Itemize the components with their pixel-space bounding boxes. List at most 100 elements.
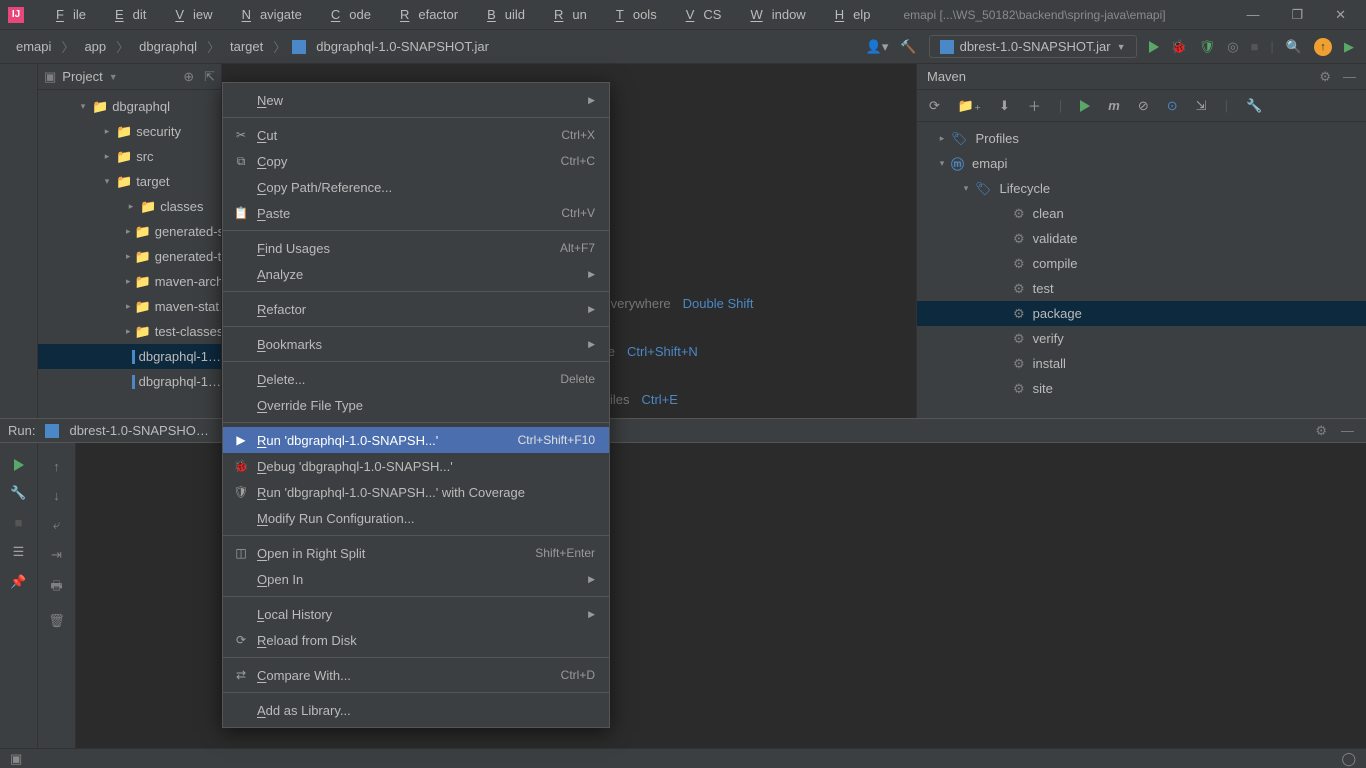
profile-icon[interactable]: ◎ [1227, 39, 1238, 55]
maven-item[interactable]: ▾🏷Lifecycle [917, 176, 1366, 201]
maven-item[interactable]: ▸🏷Profiles [917, 126, 1366, 151]
ctx-new[interactable]: New▶ [223, 87, 609, 113]
ctx-local-history[interactable]: Local History▶ [223, 601, 609, 627]
ctx-analyze[interactable]: Analyze▶ [223, 261, 609, 287]
ctx-open-in[interactable]: Open In▶ [223, 566, 609, 592]
pin-icon[interactable]: 📌 [10, 574, 26, 590]
project-item[interactable]: dbgraphql-1… [38, 369, 221, 394]
wrench-icon[interactable]: 🔧 [10, 485, 26, 501]
breadcrumb-item[interactable]: dbgraphql [135, 37, 201, 56]
menu-view[interactable]: View [157, 3, 221, 26]
toolwindow-icon[interactable]: ▣ [10, 751, 22, 767]
project-item[interactable]: ▸📁classes [38, 194, 221, 219]
generate-icon[interactable]: 📁₊ [958, 98, 981, 114]
up-icon[interactable]: ↑ [53, 459, 60, 474]
ctx-modify-run-configuration[interactable]: Modify Run Configuration... [223, 505, 609, 531]
user-icon[interactable]: 👤▾ [866, 39, 889, 55]
settings-icon[interactable]: ⚙ [1315, 423, 1327, 439]
wrench-icon[interactable]: 🔧 [1246, 98, 1262, 114]
project-item[interactable]: ▸📁generated-s… [38, 219, 221, 244]
breadcrumb-item[interactable]: target [226, 37, 267, 56]
project-item[interactable]: ▸📁generated-t… [38, 244, 221, 269]
add-icon[interactable]: ＋ [1028, 96, 1041, 115]
breadcrumb-item[interactable]: emapi [12, 37, 55, 56]
m-icon[interactable]: m [1108, 98, 1120, 113]
search-icon[interactable]: 🔍 [1286, 39, 1302, 55]
ctx-copy[interactable]: ⧉CopyCtrl+C [223, 148, 609, 174]
hide-icon[interactable]: — [1341, 423, 1354, 439]
menu-vcs[interactable]: VCS [668, 3, 731, 26]
layout-icon[interactable]: ☰ [13, 544, 25, 560]
close-icon[interactable]: ✕ [1335, 7, 1346, 23]
ctx-find-usages[interactable]: Find UsagesAlt+F7 [223, 235, 609, 261]
maven-item[interactable]: install [917, 351, 1366, 376]
run-config-selector[interactable]: dbrest-1.0-SNAPSHOT.jar ▼ [929, 35, 1137, 58]
project-item[interactable]: ▸📁maven-stat… [38, 294, 221, 319]
ctx-run-dbgraphql-1-0-snapsh[interactable]: ▶Run 'dbgraphql-1.0-SNAPSH...'Ctrl+Shift… [223, 427, 609, 453]
project-item[interactable]: ▸📁maven-arch… [38, 269, 221, 294]
maven-item[interactable]: compile [917, 251, 1366, 276]
hide-icon[interactable]: — [1343, 69, 1356, 85]
stop-icon[interactable]: ■ [15, 515, 23, 530]
print-icon[interactable]: 🖶 [50, 577, 62, 599]
offline-icon[interactable]: ⊙ [1167, 98, 1178, 114]
maven-item[interactable]: package [917, 301, 1366, 326]
run-icon[interactable] [1149, 41, 1159, 53]
project-item[interactable]: ▾📁dbgraphql [38, 94, 221, 119]
ctx-paste[interactable]: 📋PasteCtrl+V [223, 200, 609, 226]
coverage-icon[interactable]: 🛡 [1199, 39, 1216, 55]
status-right-icon[interactable]: ◯ [1341, 751, 1356, 767]
menu-refactor[interactable]: Refactor [382, 3, 467, 26]
skip-tests-icon[interactable]: ⊘ [1138, 98, 1149, 114]
breadcrumb-item[interactable]: app [80, 37, 110, 56]
menu-file[interactable]: File [38, 3, 95, 26]
ctx-refactor[interactable]: Refactor▶ [223, 296, 609, 322]
maven-item[interactable]: validate [917, 226, 1366, 251]
menu-build[interactable]: Build [469, 3, 534, 26]
project-item[interactable]: ▾📁target [38, 169, 221, 194]
ctx-copy-path-reference[interactable]: Copy Path/Reference... [223, 174, 609, 200]
scroll-icon[interactable]: ⇥ [51, 547, 62, 563]
maven-item[interactable]: ▾ⓜemapi [917, 151, 1366, 176]
dropdown-icon[interactable]: ▼ [109, 72, 118, 82]
download-icon[interactable]: ⬇ [999, 98, 1010, 114]
locate-icon[interactable]: ⊕ [183, 69, 194, 85]
maven-item[interactable]: test [917, 276, 1366, 301]
codewithme-icon[interactable]: ▶ [1344, 39, 1354, 55]
wrap-icon[interactable]: ⤶ [53, 517, 60, 533]
maximize-icon[interactable]: ❐ [1291, 7, 1303, 23]
run-maven-icon[interactable] [1080, 100, 1090, 112]
project-item[interactable]: ▸📁src [38, 144, 221, 169]
ctx-add-as-library[interactable]: Add as Library... [223, 697, 609, 723]
ctx-cut[interactable]: ✂CutCtrl+X [223, 122, 609, 148]
ctx-open-in-right-split[interactable]: ◫Open in Right SplitShift+Enter [223, 540, 609, 566]
project-item[interactable]: ▸📁security [38, 119, 221, 144]
menu-navigate[interactable]: Navigate [224, 3, 311, 26]
ctx-override-file-type[interactable]: Override File Type [223, 392, 609, 418]
menu-window[interactable]: Window [732, 3, 814, 26]
ide-update-badge[interactable]: ↑ [1314, 38, 1332, 56]
breadcrumb-item[interactable]: dbgraphql-1.0-SNAPSHOT.jar [312, 37, 493, 56]
expand-icon[interactable]: ⇱ [204, 69, 215, 85]
menu-code[interactable]: Code [313, 3, 380, 26]
settings-icon[interactable]: ⚙ [1319, 69, 1331, 85]
minimize-icon[interactable]: — [1246, 7, 1259, 23]
ctx-bookmarks[interactable]: Bookmarks▶ [223, 331, 609, 357]
maven-item[interactable]: site [917, 376, 1366, 401]
maven-item[interactable]: verify [917, 326, 1366, 351]
ctx-compare-with[interactable]: ⇄Compare With...Ctrl+D [223, 662, 609, 688]
rerun-icon[interactable] [14, 459, 24, 471]
menu-edit[interactable]: Edit [97, 3, 155, 26]
menu-run[interactable]: Run [536, 3, 596, 26]
collapse-icon[interactable]: ⇲ [1196, 98, 1207, 114]
ctx-run-dbgraphql-1-0-snapsh-with-coverage[interactable]: 🛡Run 'dbgraphql-1.0-SNAPSH...' with Cove… [223, 479, 609, 505]
ctx-debug-dbgraphql-1-0-snapsh[interactable]: 🐞Debug 'dbgraphql-1.0-SNAPSH...' [223, 453, 609, 479]
stop-icon[interactable]: ■ [1251, 39, 1259, 54]
ctx-reload-from-disk[interactable]: ⟳Reload from Disk [223, 627, 609, 653]
clear-icon[interactable]: 🗑 [48, 613, 65, 629]
project-item[interactable]: dbgraphql-1… [38, 344, 221, 369]
debug-icon[interactable]: 🐞 [1171, 39, 1187, 55]
menu-tools[interactable]: Tools [598, 3, 666, 26]
reload-icon[interactable]: ⟳ [929, 98, 940, 114]
maven-item[interactable]: clean [917, 201, 1366, 226]
